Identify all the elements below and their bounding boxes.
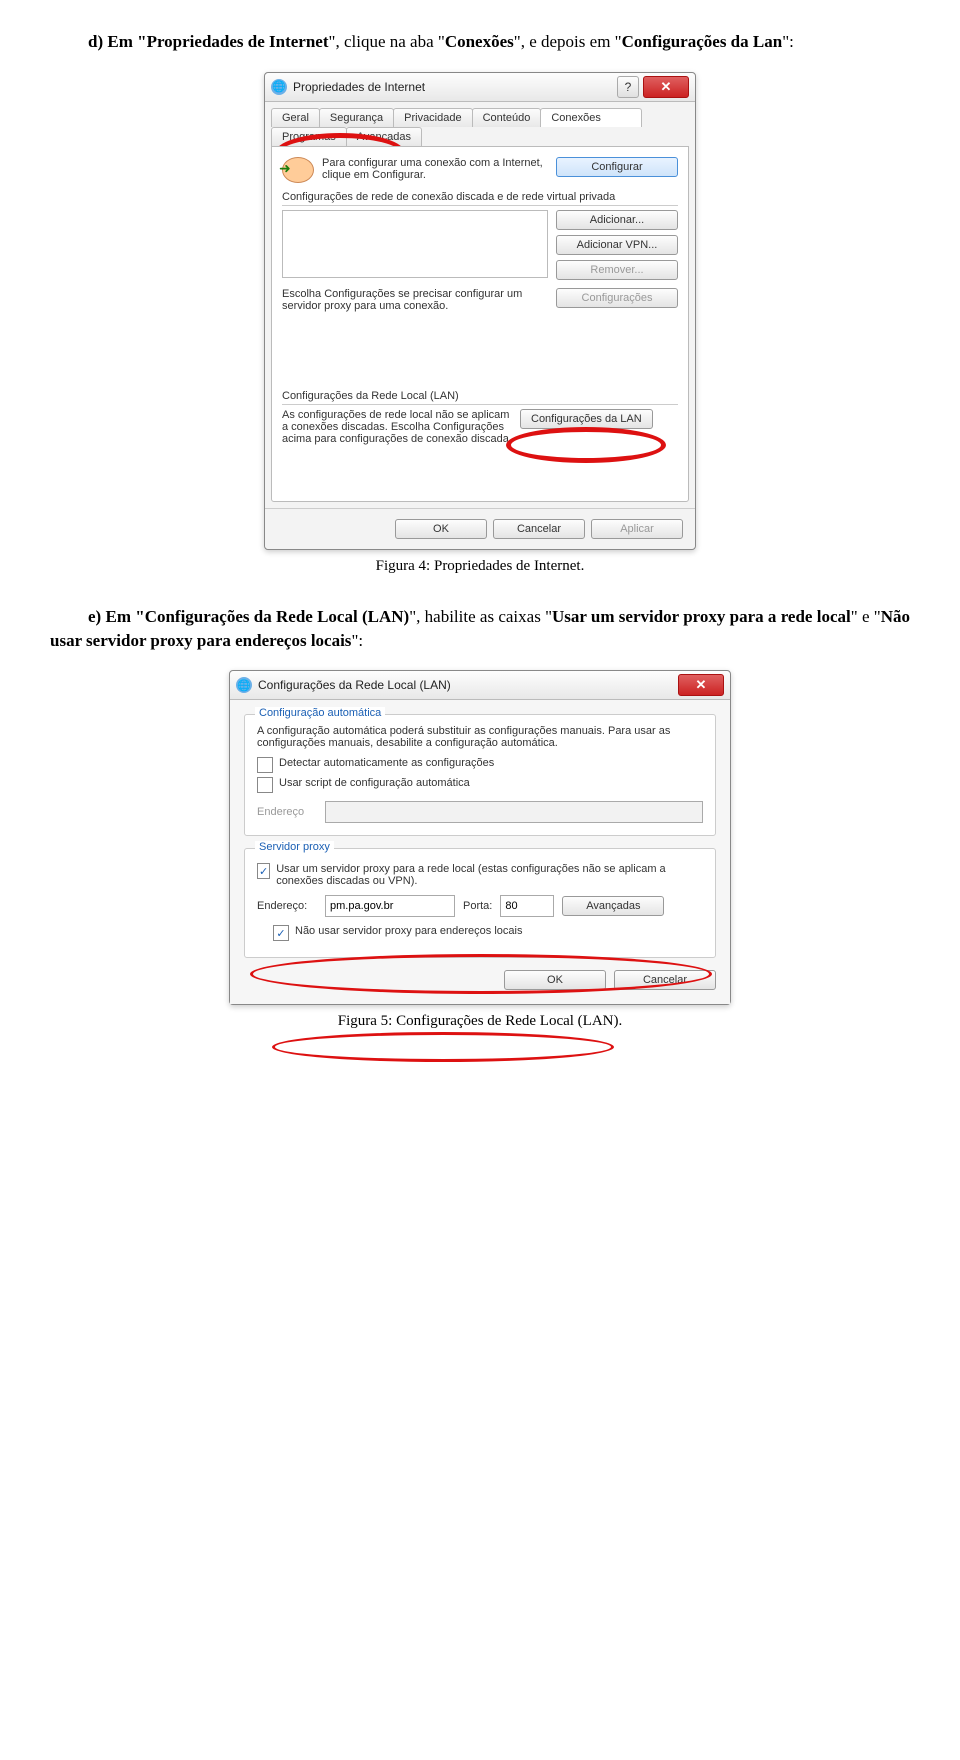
tab-conexoes[interactable]: Conexões (540, 108, 642, 127)
tab-strip: Geral Segurança Privacidade Conteúdo Con… (265, 102, 695, 146)
dialup-section-label: Configurações de rede de conexão discada… (282, 191, 678, 206)
globe-icon: 🌐 (236, 677, 252, 693)
advanced-button[interactable]: Avançadas (562, 896, 664, 916)
script-address-input (325, 801, 703, 823)
proxy-address-input[interactable] (325, 895, 455, 917)
address-label: Endereço (257, 806, 317, 818)
tab-privacidade[interactable]: Privacidade (393, 108, 472, 127)
proxy-checkbox-row[interactable]: Usar um servidor proxy para a rede local… (257, 863, 703, 887)
dialog-body: Configuração automática A configuração a… (230, 700, 730, 1004)
ok-button[interactable]: OK (395, 519, 487, 539)
configure-text: Para configurar uma conexão com a Intern… (322, 157, 548, 181)
add-button[interactable]: Adicionar... (556, 210, 678, 230)
cancel-button[interactable]: Cancelar (493, 519, 585, 539)
help-button[interactable]: ? (617, 76, 639, 98)
ok-button[interactable]: OK (504, 970, 606, 990)
proxy-port-label: Porta: (463, 900, 492, 912)
tab-conteudo[interactable]: Conteúdo (472, 108, 542, 127)
add-vpn-button[interactable]: Adicionar VPN... (556, 235, 678, 255)
globe-arrow-icon (282, 157, 314, 183)
proxy-legend: Servidor proxy (255, 841, 334, 853)
figure-5: 🌐 Configurações da Rede Local (LAN) ✕ Co… (50, 670, 910, 1005)
paragraph-d: d) Em "Propriedades de Internet", clique… (50, 30, 910, 54)
tab-avancadas[interactable]: Avançadas (346, 127, 422, 146)
apply-button[interactable]: Aplicar (591, 519, 683, 539)
proxy-note: Escolha Configurações se precisar config… (282, 288, 548, 312)
configure-button[interactable]: Configurar (556, 157, 678, 177)
window-title: Propriedades de Internet (293, 80, 617, 94)
window-title: Configurações da Rede Local (LAN) (258, 678, 678, 692)
checkbox-icon[interactable] (257, 777, 273, 793)
figure-4: 🌐 Propriedades de Internet ? ✕ Geral Seg… (50, 72, 910, 550)
detect-checkbox-row[interactable]: Detectar automaticamente as configuraçõe… (257, 757, 703, 773)
auto-config-desc: A configuração automática poderá substit… (257, 725, 703, 749)
checkbox-icon[interactable] (257, 863, 270, 879)
close-button[interactable]: ✕ (678, 674, 724, 696)
cancel-button[interactable]: Cancelar (614, 970, 716, 990)
proxy-checkbox-label: Usar um servidor proxy para a rede local… (276, 863, 703, 887)
tab-seguranca[interactable]: Segurança (319, 108, 394, 127)
lan-settings-dialog: 🌐 Configurações da Rede Local (LAN) ✕ Co… (229, 670, 731, 1005)
checkbox-icon[interactable] (273, 925, 289, 941)
window-titlebar[interactable]: 🌐 Configurações da Rede Local (LAN) ✕ (230, 671, 730, 700)
tab-body: Para configurar uma conexão com a Intern… (271, 146, 689, 502)
auto-config-legend: Configuração automática (255, 707, 385, 719)
close-button[interactable]: ✕ (643, 76, 689, 98)
internet-properties-dialog: 🌐 Propriedades de Internet ? ✕ Geral Seg… (264, 72, 696, 550)
tab-programas[interactable]: Programas (271, 127, 347, 146)
figure-5-caption: Figura 5: Configurações de Rede Local (L… (50, 1013, 910, 1030)
highlight-bypass-checkbox (272, 1032, 614, 1062)
bypass-checkbox-row[interactable]: Não usar servidor proxy para endereços l… (273, 925, 703, 941)
dialog-footer: OK Cancelar Aplicar (265, 508, 695, 549)
detect-checkbox-label: Detectar automaticamente as configuraçõe… (279, 757, 494, 769)
script-checkbox-label: Usar script de configuração automática (279, 777, 470, 789)
bypass-checkbox-label: Não usar servidor proxy para endereços l… (295, 925, 522, 937)
auto-config-group: Configuração automática A configuração a… (244, 714, 716, 836)
figure-4-caption: Figura 4: Propriedades de Internet. (50, 558, 910, 575)
lan-note: As configurações de rede local não se ap… (282, 409, 512, 445)
proxy-port-input[interactable] (500, 895, 554, 917)
script-checkbox-row[interactable]: Usar script de configuração automática (257, 777, 703, 793)
proxy-group: Servidor proxy Usar um servidor proxy pa… (244, 848, 716, 958)
lan-section-label: Configurações da Rede Local (LAN) (282, 390, 678, 405)
settings-button[interactable]: Configurações (556, 288, 678, 308)
window-titlebar[interactable]: 🌐 Propriedades de Internet ? ✕ (265, 73, 695, 102)
paragraph-e: e) Em "Configurações da Rede Local (LAN)… (50, 605, 910, 653)
remove-button[interactable]: Remover... (556, 260, 678, 280)
lan-settings-button[interactable]: Configurações da LAN (520, 409, 653, 429)
checkbox-icon[interactable] (257, 757, 273, 773)
connections-listbox[interactable] (282, 210, 548, 278)
proxy-address-label: Endereço: (257, 900, 317, 912)
tab-geral[interactable]: Geral (271, 108, 320, 127)
globe-icon: 🌐 (271, 79, 287, 95)
